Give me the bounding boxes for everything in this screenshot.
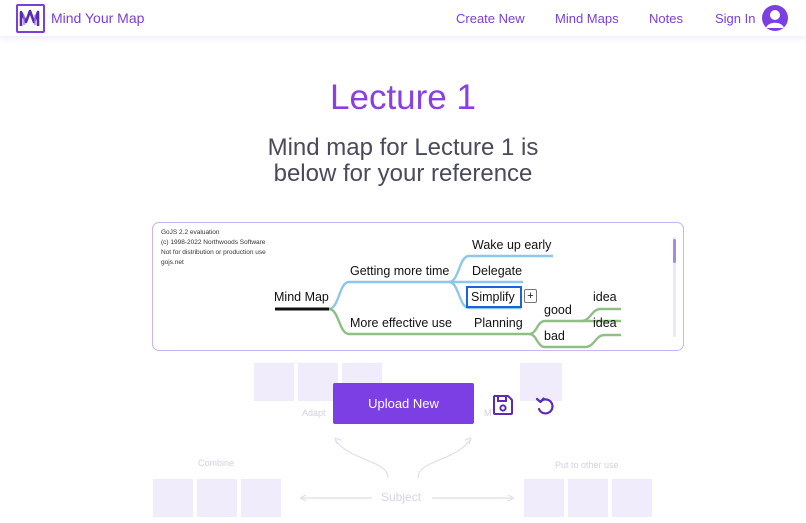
floppy-disk-icon[interactable] — [490, 392, 516, 418]
add-node-button[interactable]: + — [524, 289, 537, 303]
user-avatar-icon[interactable] — [762, 5, 788, 31]
subtitle-line-1: Mind map for Lecture 1 is — [267, 134, 539, 161]
node-idea-1[interactable]: idea — [593, 290, 617, 304]
background-diagram: Adapt M Combine Put to other use Subject — [0, 352, 806, 523]
nav-link-mind-maps[interactable]: Mind Maps — [555, 11, 619, 26]
canvas-scrollbar-thumb[interactable] — [673, 239, 676, 263]
node-getting-more-time[interactable]: Getting more time — [350, 264, 449, 278]
brand-name: Mind Your Map — [51, 10, 145, 26]
navbar: Mind Your Map Create New Mind Maps Notes… — [0, 0, 806, 36]
brand[interactable]: Mind Your Map — [16, 3, 145, 33]
bg-arrows — [299, 437, 515, 502]
node-good[interactable]: good — [544, 303, 572, 317]
page-title: Lecture 1 — [330, 78, 476, 117]
subtitle-line-2: below for your reference — [273, 160, 533, 187]
node-root[interactable]: Mind Map — [274, 290, 329, 304]
upload-new-button[interactable]: Upload New — [333, 383, 474, 424]
nav-link-create-new[interactable]: Create New — [456, 11, 525, 26]
node-bad[interactable]: bad — [544, 329, 565, 343]
node-delegate[interactable]: Delegate — [472, 264, 522, 278]
mindmap-canvas[interactable]: GoJS 2.2 evaluation (c) 1998-2022 Northw… — [152, 222, 684, 351]
mindmap-links — [275, 254, 621, 349]
brand-logo-icon — [16, 3, 45, 33]
node-idea-2[interactable]: idea — [593, 316, 617, 330]
page-subtitle: Mind map for Lecture 1 is below for your… — [0, 135, 806, 187]
node-wake-up-early[interactable]: Wake up early — [472, 238, 551, 252]
node-planning[interactable]: Planning — [474, 316, 523, 330]
node-simplify[interactable]: Simplify — [471, 290, 515, 304]
nav-link-sign-in[interactable]: Sign In — [715, 11, 755, 26]
node-more-effective-use[interactable]: More effective use — [350, 316, 452, 330]
nav-link-notes[interactable]: Notes — [649, 11, 683, 26]
refresh-icon[interactable] — [532, 392, 558, 418]
